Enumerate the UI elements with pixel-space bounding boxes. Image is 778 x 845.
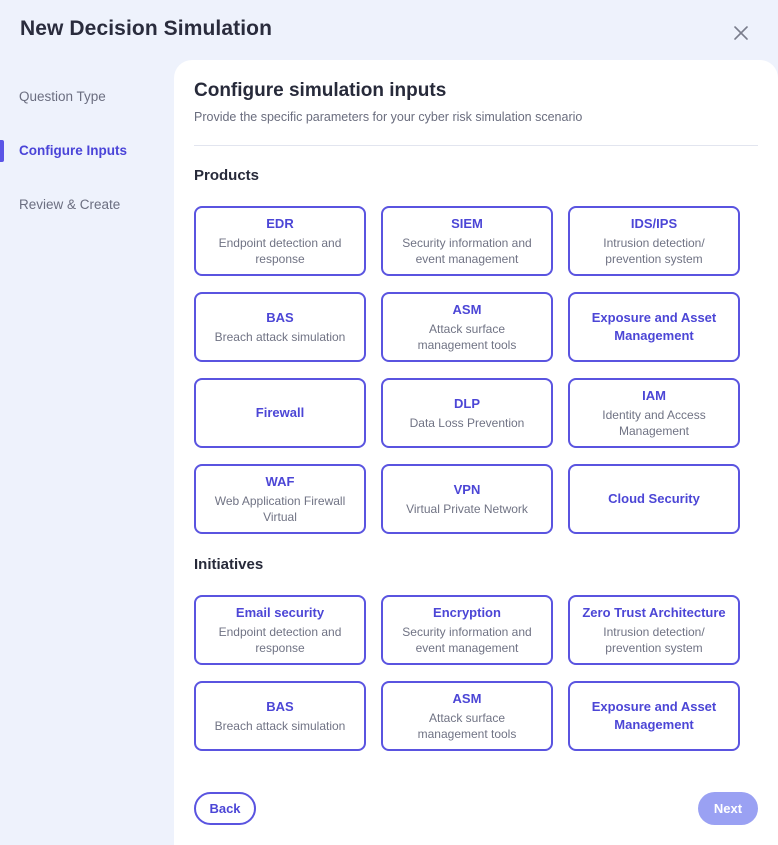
option-card-description: Breach attack simulation — [214, 330, 346, 344]
step-configure-inputs[interactable]: Configure Inputs — [0, 139, 174, 163]
option-card-title: Encryption — [433, 605, 501, 620]
option-card[interactable]: IDS/IPS Intrusion detection/ prevention s… — [568, 206, 740, 276]
option-card[interactable]: VPN Virtual Private Network — [381, 464, 553, 534]
option-card-description: Identity and Access Management — [602, 408, 706, 438]
option-card-title: IAM — [642, 388, 666, 403]
option-card[interactable]: IAM Identity and Access Management — [568, 378, 740, 448]
option-card[interactable]: WAF Web Application Firewall Virtual — [194, 464, 366, 534]
option-card-title: Email security — [235, 605, 325, 620]
option-card-title: WAF — [265, 474, 295, 489]
option-card-title: ASM — [452, 691, 482, 706]
option-card-description: Attack surface management tools — [417, 322, 517, 352]
option-card[interactable]: Exposure and Asset Management — [568, 292, 740, 362]
step-sidebar: Question Type Configure Inputs Review & … — [0, 60, 174, 845]
option-card[interactable]: Encryption Security information and event… — [381, 595, 553, 665]
option-card-title: Cloud Security — [608, 491, 700, 506]
option-card-title: BAS — [266, 699, 294, 714]
option-card[interactable]: Zero Trust Architecture Intrusion detecti… — [568, 595, 740, 665]
main-panel: Configure simulation inputs Provide the … — [174, 60, 778, 845]
back-button[interactable]: Back — [194, 792, 256, 825]
step-question-type[interactable]: Question Type — [0, 85, 174, 109]
option-card[interactable]: ASM Attack surface management tools — [381, 292, 553, 362]
option-card-description: Endpoint detection and response — [218, 236, 342, 266]
initiatives-section-title: Initiatives — [194, 556, 264, 573]
dialog-header: New Decision Simulation — [0, 0, 778, 60]
option-card[interactable]: DLP Data Loss Prevention — [381, 378, 553, 448]
option-card-title: BAS — [266, 310, 294, 325]
panel-subtitle: Provide the specific parameters for your… — [194, 110, 583, 124]
option-card[interactable]: Email security Endpoint detection and res… — [194, 595, 366, 665]
option-card-description: Security information and event managemen… — [402, 236, 532, 266]
option-card-description: Virtual Private Network — [406, 502, 528, 516]
option-card[interactable]: ASM Attack surface management tools — [381, 681, 553, 751]
option-card-title: ASM — [452, 302, 482, 317]
products-section-title: Products — [194, 167, 260, 184]
option-card-description: Security information and event managemen… — [402, 625, 532, 655]
dialog-title: New Decision Simulation — [20, 17, 273, 40]
option-card-title: DLP — [454, 396, 480, 411]
panel-title: Configure simulation inputs — [194, 80, 447, 101]
option-card-title: Zero Trust Architecture — [582, 605, 726, 620]
option-card-description: Data Loss Prevention — [409, 416, 525, 430]
option-card-description: Endpoint detection and response — [218, 625, 342, 655]
option-card-title: Firewall — [255, 405, 305, 420]
option-card-title: VPN — [453, 482, 481, 497]
option-card[interactable]: Cloud Security — [568, 464, 740, 534]
option-card[interactable]: BAS Breach attack simulation — [194, 292, 366, 362]
option-card[interactable]: Firewall — [194, 378, 366, 448]
next-button[interactable]: Next — [698, 792, 758, 825]
option-card-title: SIEM — [451, 216, 483, 231]
option-card-description: Attack surface management tools — [417, 711, 517, 741]
option-card[interactable]: EDR Endpoint detection and response — [194, 206, 366, 276]
option-card-title: Exposure and Asset Management — [591, 310, 717, 343]
option-card-description: Intrusion detection/ prevention system — [603, 236, 705, 266]
option-card-title: IDS/IPS — [630, 216, 678, 231]
option-card[interactable]: SIEM Security information and event manag… — [381, 206, 553, 276]
option-card-description: Breach attack simulation — [214, 719, 346, 733]
option-card-title: Exposure and Asset Management — [591, 699, 717, 732]
divider — [194, 145, 758, 146]
option-card-description: Intrusion detection/ prevention system — [603, 625, 705, 655]
option-card[interactable]: Exposure and Asset Management — [568, 681, 740, 751]
close-icon[interactable] — [728, 20, 752, 44]
option-card[interactable]: BAS Breach attack simulation — [194, 681, 366, 751]
step-review-create[interactable]: Review & Create — [0, 193, 174, 217]
option-card-description: Web Application Firewall Virtual — [214, 494, 346, 524]
option-card-title: EDR — [266, 216, 294, 231]
